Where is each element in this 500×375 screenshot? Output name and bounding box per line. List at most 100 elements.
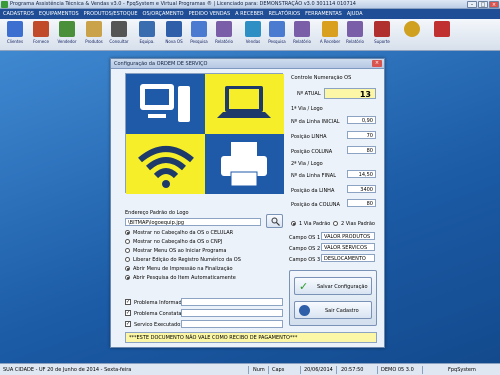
- campo-os-1-field[interactable]: VALOR PRODUTOS: [321, 232, 375, 240]
- status-city-date: SUA CIDADE - UF 20 de Junho de 2014 - Se…: [3, 367, 132, 373]
- status-num: Num: [253, 367, 265, 373]
- option-liberar-edicao-radio[interactable]: [125, 257, 130, 262]
- problema-constatado-checkbox[interactable]: ✓: [125, 310, 131, 316]
- option-celular-label: Mostrar no Cabeçalho da OS o CELULAR: [133, 230, 234, 236]
- products-icon: [86, 21, 102, 37]
- menu-a-receber[interactable]: A RECEBER: [235, 11, 263, 17]
- money-icon: [404, 21, 420, 37]
- logo-preview: [125, 73, 284, 194]
- via1-title: 1ª Via / Logo: [291, 106, 323, 112]
- maximize-button[interactable]: □: [478, 1, 488, 8]
- toolbar-a-receber-button[interactable]: A Receber: [318, 21, 342, 49]
- exit-door-icon: [299, 305, 310, 316]
- seller-icon: [59, 21, 75, 37]
- option-menu-impressao-radio[interactable]: [125, 266, 130, 271]
- n-atual-field[interactable]: 13: [324, 88, 376, 99]
- toolbar-vendedor-button[interactable]: Vendedor: [55, 21, 79, 49]
- controle-numeracao-title: Controle Numeração OS: [291, 75, 352, 81]
- via1-posicao-linha-label: Posição LINHA: [291, 134, 327, 140]
- minimize-button[interactable]: –: [467, 1, 477, 8]
- toolbar-vendas-button[interactable]: Vendas: [241, 21, 265, 49]
- menu-ajuda[interactable]: AJUDA: [347, 11, 363, 17]
- via1-linha-inicial-label: Nº da Linha INICIAL: [291, 119, 340, 125]
- menu-produtos-estoque[interactable]: PRODUTOS/ESTOQUE: [84, 11, 138, 17]
- toolbar-relatorio-receber-button[interactable]: Relatório: [343, 21, 367, 49]
- browse-logo-button[interactable]: [266, 214, 283, 228]
- menu-pedido-vendas[interactable]: PEDIDO VENDAS: [189, 11, 231, 17]
- menu-equipamentos[interactable]: EQUIPAMENTOS: [39, 11, 79, 17]
- toolbar-money-button[interactable]: [400, 21, 424, 49]
- status-bar: SUA CIDADE - UF 20 de Junho de 2014 - Se…: [0, 363, 500, 375]
- campo-os-3-label: Campo OS 3: [289, 257, 321, 263]
- menu-os-orcamento[interactable]: OS/ORÇAMENTO: [143, 11, 184, 17]
- via1-posicao-coluna-label: Posição COLUNA: [291, 149, 333, 155]
- logo-path-field[interactable]: \BITMAP\logoequip.jpg: [125, 218, 261, 226]
- toolbar-produtos-button[interactable]: Produtos: [82, 21, 106, 49]
- receivable-icon: [322, 21, 338, 37]
- via1-linha-inicial-field[interactable]: 0,90: [347, 116, 376, 124]
- problema-informado-checkbox[interactable]: ✓: [125, 299, 131, 305]
- toolbar-relatorio-os-button[interactable]: Relatório: [212, 21, 236, 49]
- via2-linha-final-label: Nº da Linha FINAL: [291, 173, 336, 179]
- toolbar: Clientes Fornece Vendedor Produtos Consu…: [0, 19, 500, 51]
- toolbar-equipa-button[interactable]: Equipa.: [135, 21, 159, 49]
- save-config-button[interactable]: ✓ Salvar Configuração: [294, 277, 372, 295]
- campo-os-3-field[interactable]: DESLOCAMENTO: [321, 254, 375, 262]
- via2-posicao-linha-field[interactable]: 3400: [347, 185, 376, 193]
- window-title: Programa Assistência Técnica & Vendas v3…: [10, 1, 356, 7]
- toolbar-pesquisa-vendas-button[interactable]: Pesquisa: [265, 21, 289, 49]
- status-user: DEMO 05 3.0: [381, 367, 414, 373]
- option-celular-radio[interactable]: [125, 230, 130, 235]
- toolbar-pesquisa-os-button[interactable]: Pesquisa: [187, 21, 211, 49]
- close-window-button[interactable]: ×: [489, 1, 499, 8]
- option-pesquisa-item-radio[interactable]: [125, 275, 130, 280]
- menu-relatorios[interactable]: RELATÓRIOS: [269, 11, 301, 17]
- logo-path-label: Endereço Padrão do Logo: [125, 210, 189, 216]
- servico-executado-checkbox[interactable]: ✓: [125, 321, 131, 327]
- toolbar-fornece-button[interactable]: Fornece: [29, 21, 53, 49]
- toolbar-nova-os-button[interactable]: Nova OS: [162, 21, 186, 49]
- menu-cadastros[interactable]: CADASTROS: [3, 11, 34, 17]
- dialog-title-bar: Configuração da ORDEM DE SERVIÇO ×: [111, 59, 384, 69]
- toolbar-suporte-button[interactable]: Suporte: [370, 21, 394, 49]
- campo-os-1-label: Campo OS 1: [289, 235, 321, 241]
- dialog-close-button[interactable]: ×: [372, 60, 382, 67]
- toolbar-consultar-button[interactable]: Consultar: [107, 21, 131, 49]
- radio-1-via-label: 1 Via Padrão: [299, 221, 331, 227]
- via2-title: 2ª Via / Logo: [291, 161, 323, 167]
- servico-executado-label: Servico Executado:: [134, 322, 182, 328]
- title-bar: Programa Assistência Técnica & Vendas v3…: [0, 0, 500, 9]
- toolbar-clientes-button[interactable]: Clientes: [3, 21, 27, 49]
- problema-constatado-field[interactable]: [181, 309, 283, 317]
- checkmark-icon: ✓: [299, 280, 309, 293]
- servico-executado-field[interactable]: [181, 320, 283, 328]
- via1-posicao-coluna-field[interactable]: 80: [347, 146, 376, 154]
- option-menu-os-label: Mostrar Menu OS ao Iniciar Programa: [133, 248, 227, 254]
- sales-icon: [245, 21, 261, 37]
- option-menu-os-radio[interactable]: [125, 248, 130, 253]
- exit-cadastro-button[interactable]: Sair Cadastro: [294, 301, 372, 319]
- search-os-icon: [191, 21, 207, 37]
- report-receivable-icon: [347, 21, 363, 37]
- radio-2-vias[interactable]: [333, 221, 338, 226]
- menu-ferramentas[interactable]: FERRAMENTAS: [305, 11, 342, 17]
- status-caps: Caps: [272, 367, 285, 373]
- app-icon: [1, 1, 8, 8]
- option-menu-impressao-label: Abrir Menu de Impressão na Finalização: [133, 266, 233, 272]
- equipment-icon: [139, 21, 155, 37]
- option-cnpj-radio[interactable]: [125, 239, 130, 244]
- campo-os-2-field[interactable]: VALOR SERVICOS: [321, 243, 375, 251]
- toolbar-exit-button[interactable]: [430, 21, 454, 49]
- via1-posicao-linha-field[interactable]: 70: [347, 131, 376, 139]
- via2-linha-final-field[interactable]: 14,50: [347, 170, 376, 178]
- status-date: 20/06/2014: [304, 367, 333, 373]
- radio-1-via[interactable]: [291, 221, 296, 226]
- footer-note-field[interactable]: ***ESTE DOCUMENTO NÃO VALE COMO RECIBO D…: [125, 332, 377, 343]
- toolbar-relatorio-vendas-button[interactable]: Relatório: [290, 21, 314, 49]
- actions-panel: ✓ Salvar Configuração Sair Cadastro: [289, 270, 377, 326]
- exit-icon: [434, 21, 450, 37]
- status-time: 20:57:50: [341, 367, 364, 373]
- problema-informado-label: Problema Informado:: [134, 300, 187, 306]
- problema-informado-field[interactable]: [181, 298, 283, 306]
- via2-posicao-coluna-field[interactable]: 80: [347, 199, 376, 207]
